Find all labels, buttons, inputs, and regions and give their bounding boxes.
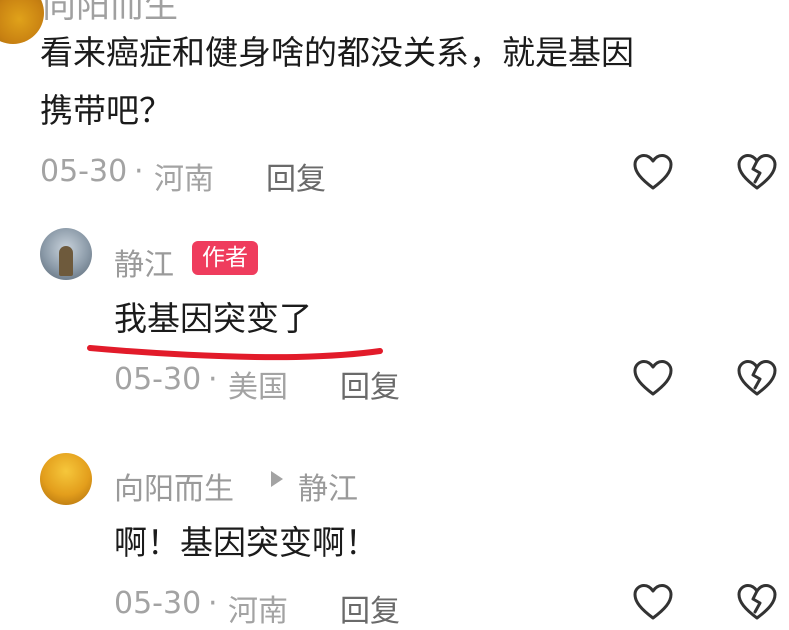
dislike-button[interactable] bbox=[735, 152, 779, 192]
comment-text-line: 看来癌症和健身啥的都没关系，就是基因 bbox=[40, 33, 634, 72]
dislike-button[interactable] bbox=[735, 582, 779, 622]
dislike-button[interactable] bbox=[735, 358, 779, 398]
reply-button[interactable]: 回复 bbox=[340, 586, 400, 630]
meta-separator: · bbox=[208, 586, 218, 621]
meta-separator: · bbox=[134, 154, 144, 189]
comment-date: 05-30 bbox=[114, 586, 202, 621]
reply-button[interactable]: 回复 bbox=[266, 154, 326, 198]
reply-to-username[interactable]: 静江 bbox=[298, 464, 358, 508]
comment-date: 05-30 bbox=[40, 154, 128, 189]
reply-username[interactable]: 向阳而生 bbox=[114, 464, 234, 508]
heart-outline-icon bbox=[633, 584, 673, 620]
red-underline-mark bbox=[87, 345, 383, 361]
avatar[interactable] bbox=[0, 0, 44, 44]
reply-button[interactable]: 回复 bbox=[340, 362, 400, 406]
broken-heart-icon bbox=[737, 154, 777, 190]
comment-location: 河南 bbox=[154, 162, 214, 197]
broken-heart-icon bbox=[737, 584, 777, 620]
comment-username[interactable]: 向阳而生 bbox=[42, 0, 178, 27]
reply-username[interactable]: 静江 bbox=[114, 240, 174, 284]
comment-location: 美国 bbox=[228, 370, 288, 405]
avatar[interactable] bbox=[40, 453, 92, 505]
broken-heart-icon bbox=[737, 360, 777, 396]
meta-separator: · bbox=[208, 362, 218, 397]
author-badge: 作者 bbox=[192, 241, 258, 275]
reply-text: 啊！基因突变啊！ bbox=[114, 523, 378, 562]
comment-location: 河南 bbox=[228, 594, 288, 629]
avatar[interactable] bbox=[40, 228, 92, 280]
like-button[interactable] bbox=[631, 582, 675, 622]
like-button[interactable] bbox=[631, 152, 675, 192]
play-arrow-icon bbox=[271, 471, 283, 487]
like-button[interactable] bbox=[631, 358, 675, 398]
heart-outline-icon bbox=[633, 360, 673, 396]
comment-text-line: 携带吧？ bbox=[40, 91, 172, 130]
heart-outline-icon bbox=[633, 154, 673, 190]
comment-date: 05-30 bbox=[114, 362, 202, 397]
